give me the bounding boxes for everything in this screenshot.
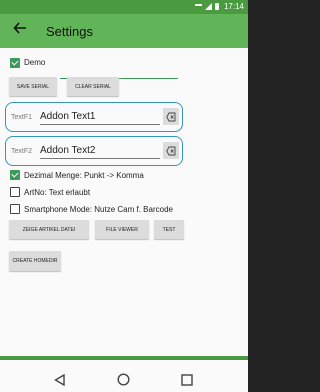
save-serial-button[interactable]: SAVE SERIAL (9, 77, 57, 96)
dezimal-checkbox[interactable] (10, 170, 20, 180)
textf2-label: TextF2 (11, 148, 33, 155)
page-title: Settings (46, 24, 93, 39)
wifi-icon (194, 3, 202, 10)
smartphone-mode-label: Smartphone Mode: Nutze Cam f. Barcode (24, 205, 173, 214)
artno-checkbox[interactable] (10, 187, 20, 197)
textf1-input[interactable]: Addon Text1 (40, 111, 160, 125)
app-bar: Settings (0, 14, 248, 48)
clear-serial-button[interactable]: CLEAR SERIAL (67, 77, 119, 96)
triangle-back-glyph (54, 373, 65, 387)
signal-icon (204, 3, 212, 10)
textf1-label: TextF1 (11, 114, 33, 121)
textf1-clear-button[interactable] (163, 108, 179, 125)
create-homedir-button[interactable]: CREATE HOMEDIR (9, 251, 61, 271)
textf2-clear-button[interactable] (163, 142, 179, 159)
screen: 17:14 Settings Demo SAVE SERIAL CLEAR SE… (0, 0, 248, 392)
battery-icon (214, 3, 219, 10)
back-arrow-glyph (13, 22, 26, 34)
smartphone-mode-checkbox[interactable] (10, 204, 20, 214)
nav-recents-icon[interactable] (181, 371, 193, 390)
backspace-icon (166, 112, 176, 121)
file-viewer-button[interactable]: FILE VIEWER (95, 220, 149, 239)
backspace-icon (166, 146, 176, 155)
dezimal-label: Dezimal Menge: Punkt -> Komma (24, 171, 144, 180)
status-icons: 17:14 (194, 2, 244, 11)
artno-label: ArtNo: Text erlaubt (24, 188, 91, 197)
status-bar: 17:14 (0, 0, 248, 14)
settings-content: Demo SAVE SERIAL CLEAR SERIAL TextF1 Add… (0, 48, 248, 356)
demo-label: Demo (24, 58, 46, 67)
demo-checkbox[interactable] (10, 58, 20, 68)
textf1-field: TextF1 Addon Text1 (5, 102, 183, 132)
zeige-artikel-datei-button[interactable]: ZEIGE ARTIKEL DATEI (9, 220, 89, 239)
back-arrow-icon[interactable] (10, 21, 30, 41)
test-button[interactable]: TEST (154, 220, 184, 239)
textf2-input[interactable]: Addon Text2 (40, 145, 160, 159)
circle-home-glyph (117, 373, 130, 386)
nav-home-icon[interactable] (117, 371, 130, 390)
textf2-field: TextF2 Addon Text2 (5, 136, 183, 166)
navigation-bar (0, 356, 248, 392)
status-time: 17:14 (223, 2, 244, 11)
nav-back-icon[interactable] (54, 371, 65, 390)
square-recents-glyph (181, 374, 193, 386)
